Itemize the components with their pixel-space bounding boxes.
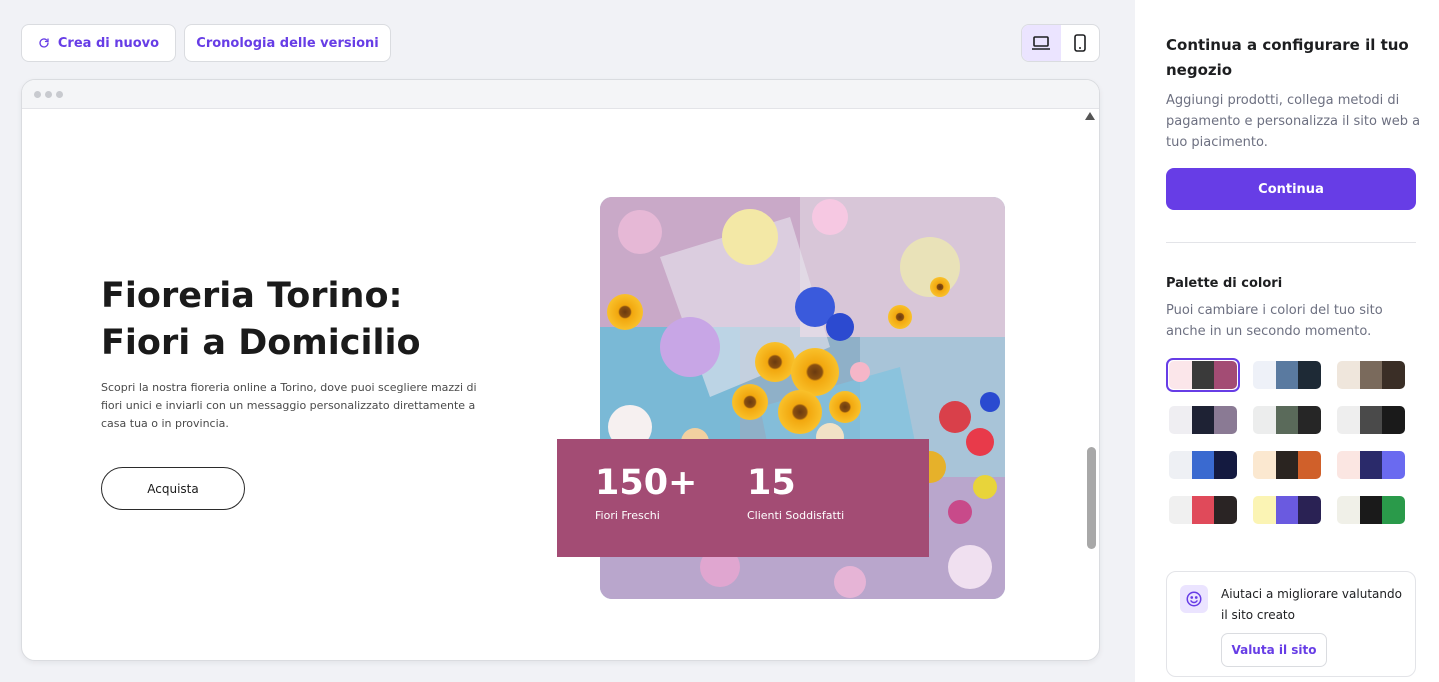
palette-swatch bbox=[1359, 406, 1383, 434]
stat-label: Fiori Freschi bbox=[595, 509, 660, 522]
palette-swatch bbox=[1382, 496, 1406, 524]
setup-sidebar: Continua a configurare il tuo negozio Ag… bbox=[1135, 0, 1439, 682]
stats-panel: 150+ Fiori Freschi 15 Clienti Soddisfatt… bbox=[557, 439, 929, 557]
palette-swatch bbox=[1275, 361, 1299, 389]
palette-swatch bbox=[1275, 451, 1299, 479]
stat-label: Clienti Soddisfatti bbox=[747, 509, 845, 522]
buy-button[interactable]: Acquista bbox=[101, 467, 245, 510]
palette-option[interactable] bbox=[1166, 493, 1240, 527]
palette-option[interactable] bbox=[1250, 358, 1324, 392]
palette-title: Palette di colori bbox=[1166, 276, 1283, 291]
palette-option[interactable] bbox=[1334, 403, 1408, 437]
palette-swatch bbox=[1337, 361, 1360, 389]
palette-swatch bbox=[1191, 361, 1215, 389]
palette-grid bbox=[1166, 358, 1412, 527]
palette-swatch bbox=[1169, 361, 1192, 389]
palette-swatch bbox=[1382, 451, 1406, 479]
sidebar-title: Continua a configurare il tuo negozio bbox=[1166, 36, 1409, 79]
site-preview-window: Fioreria Torino: Fiori a Domicilio Scopr… bbox=[21, 79, 1100, 661]
palette-swatch bbox=[1253, 406, 1276, 434]
palette-swatch bbox=[1169, 496, 1192, 524]
refresh-icon bbox=[39, 38, 49, 48]
editor-canvas-area: Crea di nuovo Cronologia delle versioni … bbox=[0, 0, 1135, 682]
site-hero: Fioreria Torino: Fiori a Domicilio Scopr… bbox=[22, 109, 1099, 660]
palette-swatch bbox=[1298, 496, 1322, 524]
hero-description: Scopri la nostra fioreria online a Torin… bbox=[101, 381, 477, 430]
create-new-button[interactable]: Crea di nuovo bbox=[21, 24, 176, 62]
palette-swatch bbox=[1359, 451, 1383, 479]
scrollbar-thumb[interactable] bbox=[1087, 447, 1096, 549]
palette-swatch bbox=[1214, 496, 1238, 524]
stat-item: 150+ Fiori Freschi bbox=[595, 461, 697, 522]
palette-swatch bbox=[1214, 361, 1238, 389]
laptop-icon bbox=[1032, 36, 1051, 50]
palette-swatch bbox=[1298, 406, 1322, 434]
palette-option[interactable] bbox=[1166, 448, 1240, 482]
palette-option[interactable] bbox=[1334, 493, 1408, 527]
smartphone-icon bbox=[1073, 34, 1086, 52]
palette-swatch bbox=[1253, 361, 1276, 389]
smiley-icon bbox=[1180, 585, 1208, 613]
palette-swatch bbox=[1298, 451, 1322, 479]
palette-swatch bbox=[1191, 496, 1215, 524]
window-dot bbox=[34, 90, 41, 98]
palette-swatch bbox=[1275, 406, 1299, 434]
mobile-view-button[interactable] bbox=[1061, 25, 1100, 61]
palette-swatch bbox=[1275, 496, 1299, 524]
palette-swatch bbox=[1169, 406, 1192, 434]
palette-swatch bbox=[1382, 406, 1406, 434]
palette-swatch bbox=[1337, 496, 1360, 524]
scroll-up-arrow[interactable] bbox=[1085, 112, 1095, 120]
rate-site-button[interactable]: Valuta il sito bbox=[1221, 633, 1327, 667]
feedback-text: Aiutaci a migliorare valutando il sito c… bbox=[1221, 587, 1402, 622]
window-dot bbox=[56, 90, 63, 98]
sidebar-description: Aggiungi prodotti, collega metodi di pag… bbox=[1166, 93, 1421, 150]
browser-bar bbox=[22, 80, 1099, 109]
palette-swatch bbox=[1337, 406, 1360, 434]
window-dot bbox=[45, 90, 52, 98]
stat-value: 15 bbox=[747, 463, 796, 503]
palette-option[interactable] bbox=[1250, 448, 1324, 482]
palette-option[interactable] bbox=[1334, 358, 1408, 392]
device-toggle bbox=[1021, 24, 1100, 62]
palette-swatch bbox=[1191, 451, 1215, 479]
hero-title: Fioreria Torino: Fiori a Domicilio bbox=[101, 276, 421, 363]
palette-option[interactable] bbox=[1166, 403, 1240, 437]
version-history-label: Cronologia delle versioni bbox=[196, 35, 379, 51]
palette-swatch bbox=[1337, 451, 1360, 479]
desktop-view-button[interactable] bbox=[1022, 25, 1061, 61]
palette-swatch bbox=[1359, 496, 1383, 524]
stat-value: 150+ bbox=[595, 463, 698, 503]
create-new-label: Crea di nuovo bbox=[57, 35, 160, 51]
palette-swatch bbox=[1214, 406, 1238, 434]
palette-swatch bbox=[1169, 451, 1192, 479]
palette-swatch bbox=[1253, 451, 1276, 479]
palette-swatch bbox=[1359, 361, 1383, 389]
palette-option[interactable] bbox=[1250, 403, 1324, 437]
palette-option[interactable] bbox=[1166, 358, 1240, 392]
palette-swatch bbox=[1298, 361, 1322, 389]
divider bbox=[1166, 242, 1416, 243]
stat-item: 15 Clienti Soddisfatti bbox=[747, 461, 844, 522]
feedback-card: Aiutaci a migliorare valutando il sito c… bbox=[1166, 571, 1416, 677]
continue-button[interactable]: Continua bbox=[1166, 168, 1416, 210]
palette-swatch bbox=[1191, 406, 1215, 434]
palette-swatch bbox=[1382, 361, 1406, 389]
palette-option[interactable] bbox=[1334, 448, 1408, 482]
palette-option[interactable] bbox=[1250, 493, 1324, 527]
version-history-button[interactable]: Cronologia delle versioni bbox=[184, 24, 391, 62]
palette-description: Puoi cambiare i colori del tuo sito anch… bbox=[1166, 303, 1383, 339]
palette-swatch bbox=[1253, 496, 1276, 524]
palette-swatch bbox=[1214, 451, 1238, 479]
